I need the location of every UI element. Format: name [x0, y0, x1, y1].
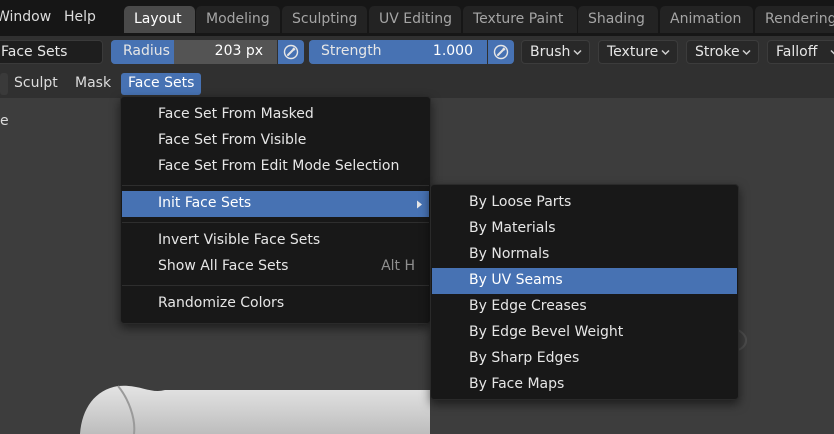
menu-item-face-set-from-edit-mode-selection[interactable]: Face Set From Edit Mode Selection: [122, 154, 429, 180]
menu-item-label: Face Set From Edit Mode Selection: [158, 158, 400, 174]
menu-item-label: Show All Face Sets: [158, 258, 289, 274]
sculpt-menu[interactable]: Sculpt: [7, 73, 65, 95]
submenu-item-by-edge-creases[interactable]: By Edge Creases: [432, 294, 737, 320]
menu-separator: [122, 185, 429, 186]
submenu-arrow-icon: [417, 200, 422, 209]
brush-dropdown-label: Brush: [530, 44, 571, 60]
menu-item-label: Face Set From Visible: [158, 132, 307, 148]
menu-item-label: By Loose Parts: [469, 194, 572, 210]
window-menu[interactable]: Window: [0, 9, 51, 25]
tool-settings-bar: Face Sets Radius 203 px Strength 1.000 B…: [0, 36, 834, 68]
face-sets-mode-field[interactable]: Face Sets: [0, 40, 103, 64]
radius-pressure-button[interactable]: [278, 40, 304, 64]
menu-item-label: By Edge Bevel Weight: [469, 324, 624, 340]
submenu-item-by-normals[interactable]: By Normals: [432, 242, 737, 268]
menu-separator: [122, 222, 429, 223]
submenu-item-by-loose-parts[interactable]: By Loose Parts: [432, 190, 737, 216]
menu-item-label: By Normals: [469, 246, 550, 262]
radius-value: 203 px: [214, 43, 263, 59]
submenu-item-by-face-maps[interactable]: By Face Maps: [432, 372, 737, 398]
falloff-dropdown-label: Falloff: [776, 44, 818, 60]
menu-item-label: By Edge Creases: [469, 298, 587, 314]
pen-pressure-icon: [493, 44, 509, 60]
chevron-down-icon: [830, 49, 834, 55]
pen-pressure-icon: [283, 44, 299, 60]
radius-control: Radius 203 px: [111, 40, 304, 64]
menu-item-label: By Sharp Edges: [469, 350, 580, 366]
viewport-header: Sculpt Mask Face Sets: [0, 68, 834, 98]
mask-menu[interactable]: Mask: [68, 73, 118, 95]
menu-item-invert-visible-face-sets[interactable]: Invert Visible Face Sets: [122, 228, 429, 254]
submenu-item-by-edge-bevel-weight[interactable]: By Edge Bevel Weight: [432, 320, 737, 346]
strength-pressure-button[interactable]: [488, 40, 514, 64]
menu-item-label: By UV Seams: [469, 272, 563, 288]
tab-shading[interactable]: Shading: [578, 6, 658, 33]
radius-label: Radius: [123, 43, 170, 59]
submenu-item-by-uv-seams[interactable]: By UV Seams: [432, 268, 737, 294]
texture-dropdown[interactable]: Texture: [598, 40, 678, 64]
menu-item-label: Init Face Sets: [158, 195, 252, 211]
menu-item-show-all-face-sets[interactable]: Show All Face Sets Alt H: [122, 254, 429, 280]
init-face-sets-submenu: By Loose Parts By Materials By Normals B…: [430, 184, 739, 400]
menu-item-randomize-colors[interactable]: Randomize Colors: [122, 291, 429, 317]
menu-item-label: Invert Visible Face Sets: [158, 232, 321, 248]
menu-item-label: Face Set From Masked: [158, 106, 314, 122]
submenu-item-by-materials[interactable]: By Materials: [432, 216, 737, 242]
menu-item-face-set-from-visible[interactable]: Face Set From Visible: [122, 128, 429, 154]
menu-item-label: By Face Maps: [469, 376, 565, 392]
tab-animation[interactable]: Animation: [660, 6, 753, 33]
tab-modeling[interactable]: Modeling: [196, 6, 280, 33]
stroke-dropdown[interactable]: Stroke: [686, 40, 759, 64]
menu-item-face-set-from-masked[interactable]: Face Set From Masked: [122, 102, 429, 128]
menu-item-init-face-sets[interactable]: Init Face Sets: [122, 191, 429, 217]
chevron-down-icon: [742, 49, 751, 56]
menu-item-label: By Materials: [469, 220, 556, 236]
chevron-down-icon: [661, 49, 670, 56]
tab-sculpting[interactable]: Sculpting: [282, 6, 367, 33]
menu-item-shortcut: Alt H: [381, 258, 415, 274]
tab-layout[interactable]: Layout: [124, 6, 195, 33]
strength-value: 1.000: [432, 43, 473, 59]
strength-slider[interactable]: Strength 1.000: [309, 40, 487, 64]
menu-separator: [122, 285, 429, 286]
help-menu[interactable]: Help: [64, 9, 96, 25]
strength-label: Strength: [321, 43, 382, 59]
brush-dropdown[interactable]: Brush: [521, 40, 590, 64]
radius-slider[interactable]: Radius 203 px: [111, 40, 277, 64]
stroke-dropdown-label: Stroke: [695, 44, 740, 60]
face-sets-menu[interactable]: Face Sets: [121, 73, 201, 95]
tab-uv-editing[interactable]: UV Editing: [369, 6, 461, 33]
texture-dropdown-label: Texture: [607, 44, 659, 60]
tab-rendering[interactable]: Rendering: [755, 6, 834, 33]
tab-texture-paint[interactable]: Texture Paint: [463, 6, 577, 33]
submenu-item-by-sharp-edges[interactable]: By Sharp Edges: [432, 346, 737, 372]
chevron-down-icon: [573, 49, 582, 56]
top-bar: Window Help Layout Modeling Sculpting UV…: [0, 0, 834, 36]
falloff-dropdown[interactable]: Falloff: [767, 40, 834, 64]
face-sets-dropdown-menu: Face Set From Masked Face Set From Visib…: [120, 96, 431, 324]
menu-item-label: Randomize Colors: [158, 295, 285, 311]
strength-control: Strength 1.000: [309, 40, 514, 64]
